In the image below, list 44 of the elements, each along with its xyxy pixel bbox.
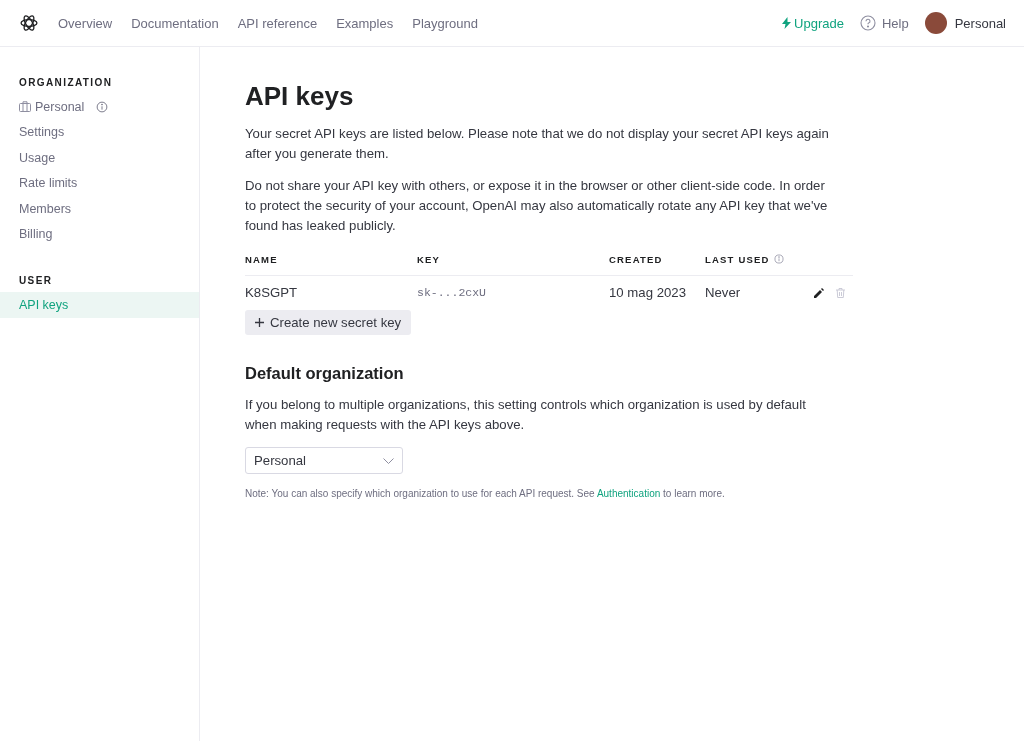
nav-link[interactable]: Overview (58, 15, 113, 31)
avatar-icon (924, 12, 947, 34)
nav-link[interactable]: Playground (412, 15, 478, 31)
nav-link[interactable]: Examples (336, 15, 394, 31)
sidebar-item[interactable]: Personal (0, 94, 199, 120)
last-used-date: Never (705, 284, 741, 300)
chevron-down-icon (383, 457, 394, 464)
column-header: KEY (417, 253, 441, 267)
authentication-link[interactable]: Authentication (596, 488, 661, 499)
description-text: Do not share your API key with others, or expose it in the browser or other client-side code. In order to protect the security of your account, OpenAI may also automatically rotate any API key that we've found has leaked publicly. (245, 177, 829, 235)
help-icon (859, 15, 876, 31)
description-text: If you belong to multiple organizations, this setting controls which organization is used by default when making requests with the API keys above. (245, 396, 807, 434)
sidebar-item[interactable]: Members (0, 196, 199, 222)
column-header: NAME (245, 253, 278, 267)
created-date: 10 mag 2023 (609, 284, 686, 300)
page-title: API keys (245, 80, 355, 112)
note-text: Note: You can also specify which organization to use for each API request. See Authentication to learn more. (245, 487, 726, 501)
account-menu[interactable]: Personal (924, 12, 1006, 34)
organization-select[interactable]: Personal (245, 447, 403, 474)
logo-icon[interactable] (19, 13, 39, 33)
pencil-icon[interactable] (814, 287, 824, 298)
sidebar-item[interactable]: Usage (0, 145, 199, 171)
sidebar-item[interactable]: Rate limits (0, 170, 199, 196)
create-key-button[interactable]: Create new secret key (245, 310, 412, 335)
column-header: LAST USED (705, 253, 770, 267)
sidebar-item[interactable]: Settings (0, 119, 199, 145)
section-heading: Default organization (245, 363, 405, 383)
sidebar-item[interactable]: API keys (0, 292, 199, 318)
lightning-icon (782, 17, 792, 29)
upgrade-link[interactable]: Upgrade (782, 15, 844, 31)
help-link[interactable]: Help (859, 15, 909, 31)
info-icon (96, 100, 109, 113)
info-icon (773, 254, 784, 264)
section-heading: USER (19, 275, 54, 286)
section-heading: ORGANIZATION (19, 77, 114, 88)
nav-link[interactable]: API reference (237, 15, 318, 31)
sidebar-item[interactable]: Billing (0, 221, 199, 247)
key-value: sk-...2cxU (417, 286, 486, 299)
description-text: Your secret API keys are listed below. Please note that we do not display your secret API keys again after you generate them. (245, 125, 830, 163)
nav-link[interactable]: Documentation (131, 15, 219, 31)
plus-icon (255, 318, 264, 327)
briefcase-icon (19, 101, 31, 113)
column-header: CREATED (609, 253, 663, 267)
key-name: K8SGPT (245, 284, 298, 300)
